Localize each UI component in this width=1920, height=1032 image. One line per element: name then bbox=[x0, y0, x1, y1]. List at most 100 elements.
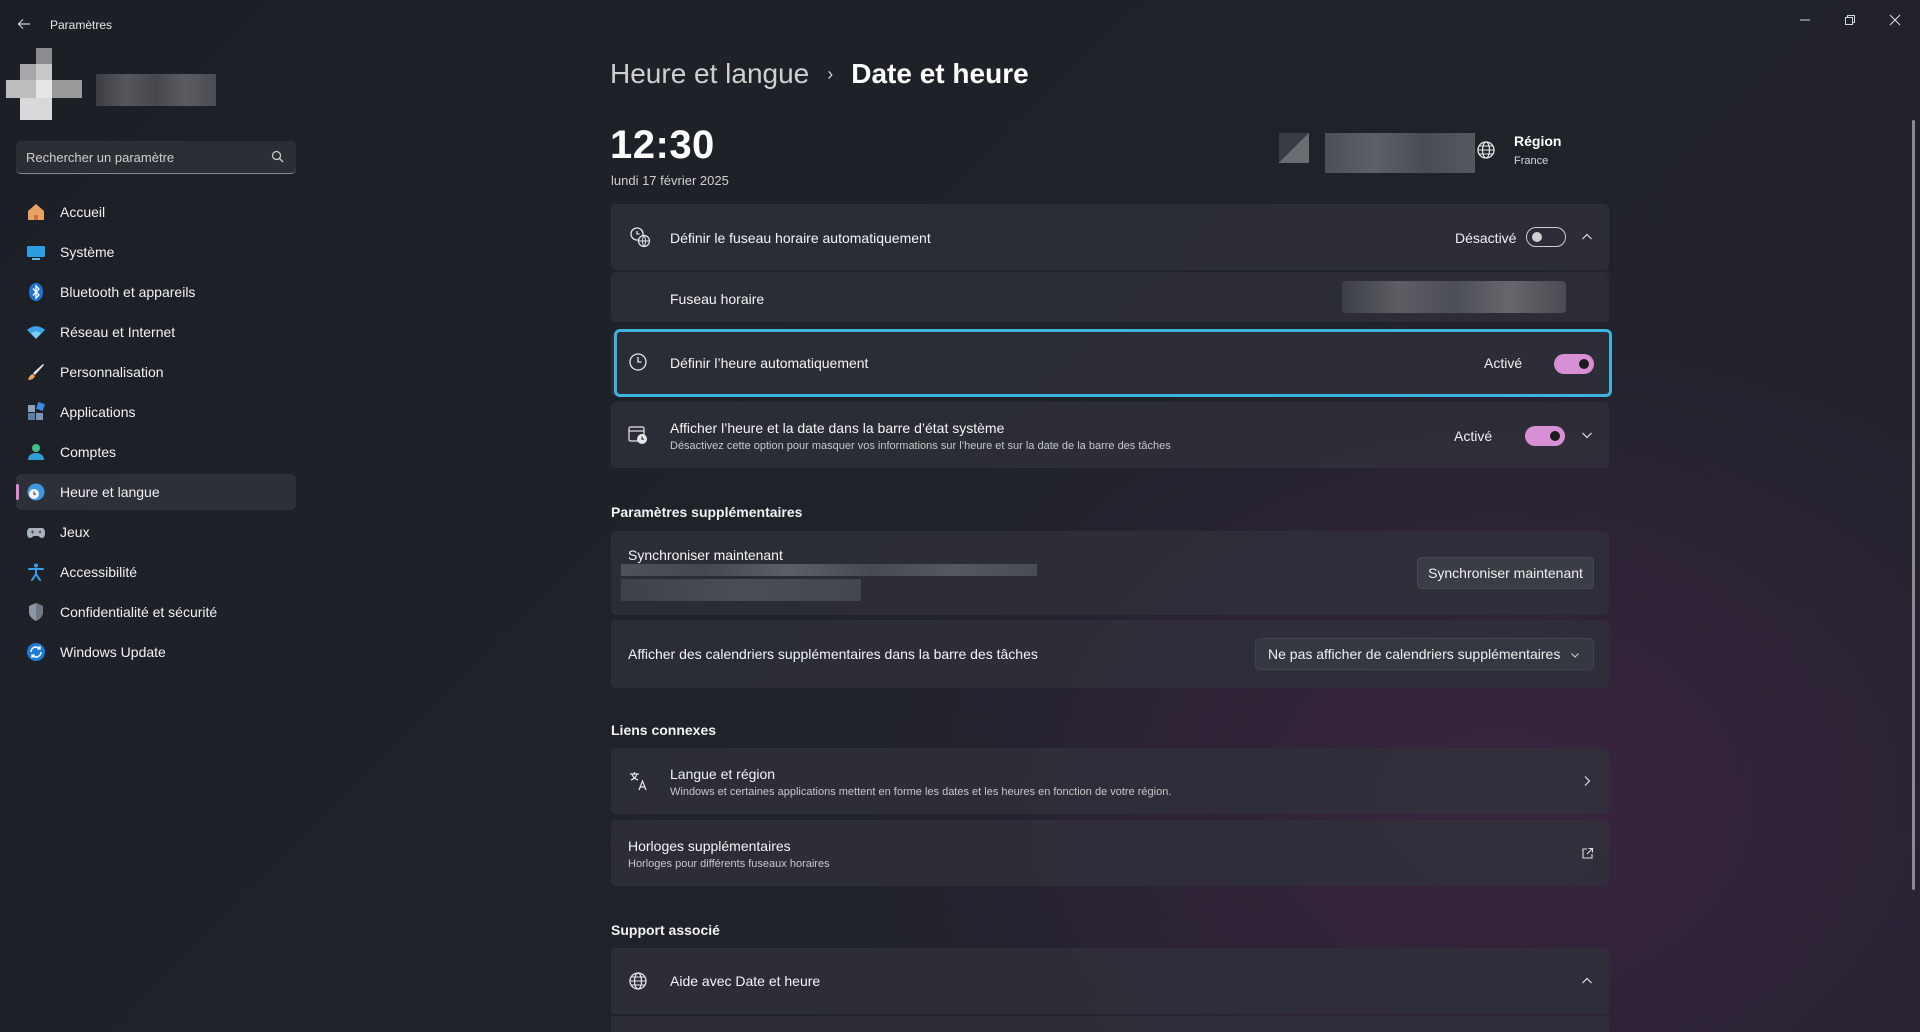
timezone-row: Fuseau horaire bbox=[611, 272, 1609, 322]
sync-info-redacted bbox=[621, 564, 1037, 576]
help-date-time-label: Aide avec Date et heure bbox=[670, 973, 821, 989]
breadcrumb-parent[interactable]: Heure et langue bbox=[610, 58, 809, 90]
brush-icon bbox=[26, 362, 46, 382]
show-tray-toggle[interactable] bbox=[1525, 426, 1565, 446]
monitor-icon bbox=[26, 242, 46, 262]
apps-icon bbox=[26, 402, 46, 422]
search-box[interactable] bbox=[16, 141, 296, 174]
timezone-select-redacted[interactable] bbox=[1342, 281, 1566, 313]
sidebar-item-applications[interactable]: Applications bbox=[16, 394, 296, 430]
calendar-clock-icon bbox=[626, 423, 650, 447]
sidebar-item-label: Applications bbox=[60, 404, 136, 420]
sidebar-item-label: Système bbox=[60, 244, 115, 260]
chevron-down-icon[interactable] bbox=[1579, 427, 1595, 443]
redacted-location-text bbox=[1325, 133, 1475, 173]
current-date: lundi 17 février 2025 bbox=[611, 173, 729, 188]
support-heading: Support associé bbox=[611, 922, 720, 938]
language-icon bbox=[626, 769, 650, 793]
page-title: Date et heure bbox=[851, 58, 1029, 89]
sidebar-item-label: Comptes bbox=[60, 444, 117, 460]
redacted-location-icon bbox=[1279, 133, 1309, 163]
calendars-card: Afficher des calendriers supplémentaires… bbox=[611, 620, 1609, 688]
breadcrumb: Heure et langue › Date et heure bbox=[610, 58, 1029, 90]
show-tray-description: Désactivez cette option pour masquer vos… bbox=[670, 440, 1171, 452]
wifi-icon bbox=[26, 322, 46, 342]
sync-now-button[interactable]: Synchroniser maintenant bbox=[1417, 557, 1594, 589]
sidebar-item-bluetooth[interactable]: Bluetooth et appareils bbox=[16, 274, 296, 310]
sidebar-item-heure-langue[interactable]: Heure et langue bbox=[16, 474, 296, 510]
auto-timezone-card[interactable]: Définir le fuseau horaire automatiquemen… bbox=[611, 204, 1609, 270]
sidebar-nav: Accueil Système Bluetooth et appareils R… bbox=[16, 194, 296, 674]
sidebar-item-reseau[interactable]: Réseau et Internet bbox=[16, 314, 296, 350]
extra-clocks-link[interactable]: Horloges supplémentaires Horloges pour d… bbox=[611, 820, 1609, 886]
breadcrumb-separator: › bbox=[827, 63, 834, 84]
search-input[interactable] bbox=[26, 141, 256, 173]
sidebar-item-label: Accessibilité bbox=[60, 564, 138, 580]
sidebar-item-label: Jeux bbox=[60, 524, 90, 540]
language-region-label: Langue et région bbox=[670, 766, 776, 782]
sidebar-item-label: Réseau et Internet bbox=[60, 324, 176, 340]
timezone-label: Fuseau horaire bbox=[670, 291, 765, 307]
sync-card: Synchroniser maintenant Synchroniser mai… bbox=[611, 531, 1609, 615]
external-link-icon bbox=[1579, 845, 1595, 861]
chevron-down-icon bbox=[1567, 647, 1583, 663]
avatar bbox=[6, 48, 82, 120]
minimize-icon[interactable] bbox=[1793, 8, 1817, 32]
help-expanded-area bbox=[611, 1016, 1609, 1032]
chevron-right-icon bbox=[1579, 773, 1595, 789]
bluetooth-icon bbox=[26, 282, 46, 302]
close-icon[interactable] bbox=[1883, 8, 1907, 32]
extra-clocks-label: Horloges supplémentaires bbox=[628, 838, 791, 854]
sidebar-item-systeme[interactable]: Système bbox=[16, 234, 296, 270]
sidebar-item-comptes[interactable]: Comptes bbox=[16, 434, 296, 470]
search-icon[interactable] bbox=[271, 150, 284, 168]
sidebar-item-confidentialite[interactable]: Confidentialité et sécurité bbox=[16, 594, 296, 630]
update-icon bbox=[26, 642, 46, 662]
globe-icon bbox=[1474, 138, 1498, 162]
back-arrow-icon[interactable] bbox=[12, 12, 36, 36]
sidebar-item-label: Bluetooth et appareils bbox=[60, 284, 196, 300]
sync-label: Synchroniser maintenant bbox=[628, 547, 783, 563]
language-region-description: Windows et certaines applications metten… bbox=[670, 786, 1172, 798]
globe-icon bbox=[626, 969, 650, 993]
auto-timezone-label: Définir le fuseau horaire automatiquemen… bbox=[670, 230, 931, 246]
calendars-dropdown[interactable]: Ne pas afficher de calendriers supplémen… bbox=[1255, 638, 1594, 670]
sidebar-item-label: Confidentialité et sécurité bbox=[60, 604, 218, 620]
sidebar-item-jeux[interactable]: Jeux bbox=[16, 514, 296, 550]
sidebar-item-label: Personnalisation bbox=[60, 364, 164, 380]
region-link[interactable]: Région France bbox=[1470, 130, 1600, 170]
app-title: Paramètres bbox=[50, 18, 113, 32]
calendars-label: Afficher des calendriers supplémentaires… bbox=[628, 646, 1038, 662]
calendars-selected: Ne pas afficher de calendriers supplémen… bbox=[1268, 646, 1561, 662]
show-tray-card[interactable]: Afficher l’heure et la date dans la barr… bbox=[611, 402, 1609, 468]
language-region-link[interactable]: Langue et région Windows et certaines ap… bbox=[611, 748, 1609, 814]
auto-timezone-toggle[interactable] bbox=[1526, 227, 1566, 247]
sidebar-item-label: Windows Update bbox=[60, 644, 166, 660]
sidebar-item-windows-update[interactable]: Windows Update bbox=[16, 634, 296, 670]
auto-timezone-state: Désactivé bbox=[1455, 230, 1517, 246]
sidebar-item-label: Accueil bbox=[60, 204, 106, 220]
user-profile[interactable] bbox=[6, 48, 218, 122]
restore-icon[interactable] bbox=[1838, 8, 1862, 32]
sidebar-item-personnalisation[interactable]: Personnalisation bbox=[16, 354, 296, 390]
show-tray-label: Afficher l’heure et la date dans la barr… bbox=[670, 420, 1005, 436]
region-label: Région bbox=[1514, 133, 1562, 149]
extra-clocks-description: Horloges pour différents fuseaux horaire… bbox=[628, 858, 830, 870]
sidebar-item-accueil[interactable]: Accueil bbox=[16, 194, 296, 230]
sidebar-item-accessibilite[interactable]: Accessibilité bbox=[16, 554, 296, 590]
help-date-time-card[interactable]: Aide avec Date et heure bbox=[611, 948, 1609, 1014]
scrollbar[interactable] bbox=[1912, 120, 1915, 890]
chevron-up-icon[interactable] bbox=[1579, 973, 1595, 989]
account-icon bbox=[26, 442, 46, 462]
home-icon bbox=[26, 202, 46, 222]
chevron-up-icon[interactable] bbox=[1579, 229, 1595, 245]
globe-clock-icon bbox=[628, 225, 652, 249]
extra-settings-heading: Paramètres supplémentaires bbox=[611, 504, 803, 520]
focus-ring bbox=[614, 329, 1612, 397]
shield-icon bbox=[26, 602, 46, 622]
account-name-redacted bbox=[96, 74, 216, 106]
related-links-heading: Liens connexes bbox=[611, 722, 717, 738]
title-bar: Paramètres bbox=[0, 0, 1920, 48]
current-time: 12:30 bbox=[610, 123, 715, 167]
globe-clock-icon bbox=[26, 482, 46, 502]
